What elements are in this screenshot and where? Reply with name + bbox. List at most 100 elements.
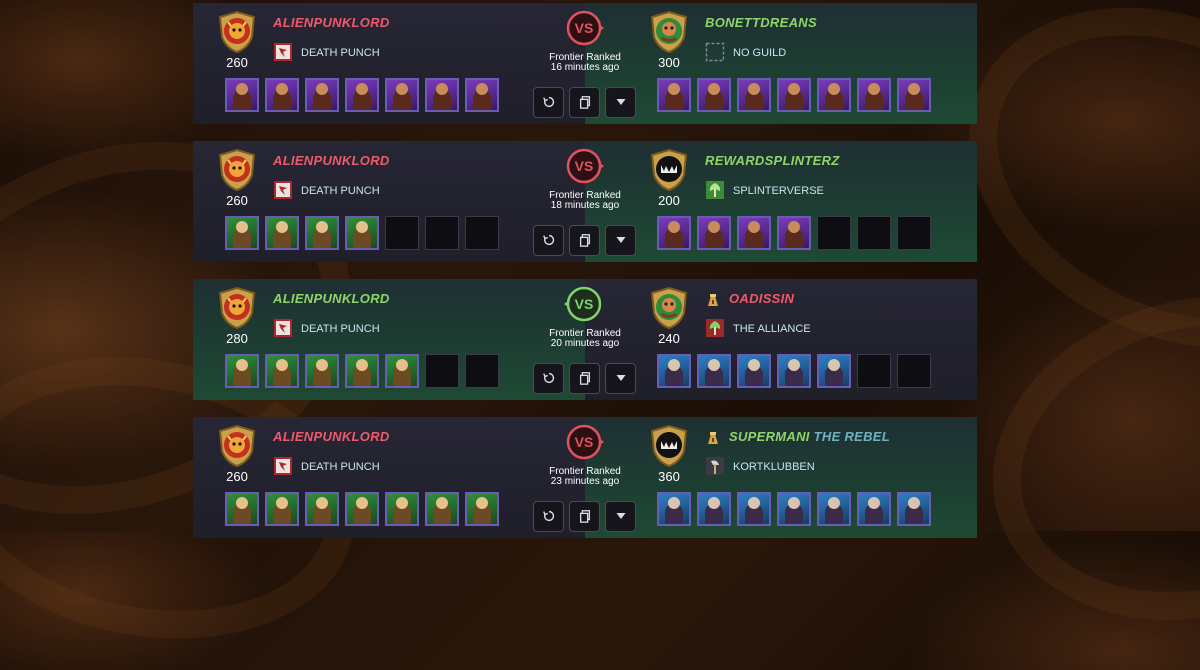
card-art-head xyxy=(788,359,800,371)
title-badge-icon xyxy=(705,292,721,308)
monster-card[interactable] xyxy=(897,78,931,112)
monster-card[interactable] xyxy=(857,492,891,526)
monster-card[interactable] xyxy=(465,492,499,526)
player-rating: 300 xyxy=(658,55,680,70)
player-name[interactable]: ALIENPUNKLORD xyxy=(273,15,390,30)
expand-button[interactable] xyxy=(605,363,636,394)
svg-text:VS: VS xyxy=(575,296,594,312)
player-rating: 360 xyxy=(658,469,680,484)
copy-team-button[interactable] xyxy=(569,87,600,118)
monster-card[interactable] xyxy=(265,216,299,250)
player-name[interactable]: SUPERMANI THE REBEL xyxy=(729,429,890,444)
monster-card[interactable] xyxy=(857,78,891,112)
monster-card[interactable] xyxy=(777,354,811,388)
monster-card[interactable] xyxy=(345,216,379,250)
monster-card[interactable] xyxy=(657,216,691,250)
guild-banner-icon xyxy=(273,318,293,338)
player-avatar-icon[interactable] xyxy=(649,424,689,468)
monster-card[interactable] xyxy=(345,354,379,388)
monster-card[interactable] xyxy=(657,492,691,526)
monster-card[interactable] xyxy=(385,354,419,388)
monster-card[interactable] xyxy=(697,354,731,388)
monster-card[interactable] xyxy=(777,78,811,112)
player-name[interactable]: ALIENPUNKLORD xyxy=(273,153,390,168)
team-cards xyxy=(225,354,505,388)
expand-button[interactable] xyxy=(605,225,636,256)
expand-button[interactable] xyxy=(605,501,636,532)
monster-card[interactable] xyxy=(697,492,731,526)
guild-name: DEATH PUNCH xyxy=(301,47,380,59)
monster-card[interactable] xyxy=(777,492,811,526)
battle-info: Frontier Ranked 18 minutes ago xyxy=(533,191,637,211)
player-avatar-icon[interactable] xyxy=(649,286,689,330)
monster-card[interactable] xyxy=(737,78,771,112)
replay-button[interactable] xyxy=(533,501,564,532)
copy-team-button[interactable] xyxy=(569,363,600,394)
empty-card-slot xyxy=(897,354,931,388)
card-art-head xyxy=(236,83,248,95)
monster-card[interactable] xyxy=(817,354,851,388)
monster-card[interactable] xyxy=(425,78,459,112)
replay-button[interactable] xyxy=(533,363,564,394)
monster-card[interactable] xyxy=(225,492,259,526)
card-art-head xyxy=(668,83,680,95)
monster-card[interactable] xyxy=(737,492,771,526)
monster-card[interactable] xyxy=(385,78,419,112)
monster-card[interactable] xyxy=(817,78,851,112)
monster-card[interactable] xyxy=(737,216,771,250)
player-name[interactable]: BONETTDREANS xyxy=(705,15,817,30)
player-name[interactable]: ALIENPUNKLORD xyxy=(273,429,390,444)
monster-card[interactable] xyxy=(225,354,259,388)
monster-card[interactable] xyxy=(265,354,299,388)
player-title-text: THE REBEL xyxy=(813,429,891,444)
monster-card[interactable] xyxy=(305,354,339,388)
monster-card[interactable] xyxy=(737,354,771,388)
monster-card[interactable] xyxy=(697,78,731,112)
monster-card[interactable] xyxy=(265,78,299,112)
player-name-text: REWARDSPLINTERZ xyxy=(705,153,840,168)
monster-card[interactable] xyxy=(817,492,851,526)
replay-button[interactable] xyxy=(533,225,564,256)
battle-info: Frontier Ranked 23 minutes ago xyxy=(533,467,637,487)
monster-card[interactable] xyxy=(305,78,339,112)
monster-card[interactable] xyxy=(345,78,379,112)
monster-card[interactable] xyxy=(265,492,299,526)
expand-button[interactable] xyxy=(605,87,636,118)
player-avatar-icon[interactable] xyxy=(649,10,689,54)
monster-card[interactable] xyxy=(305,492,339,526)
opponent-panel: 240 OADISSIN THE ALLIANCE xyxy=(647,279,977,400)
empty-card-slot xyxy=(817,216,851,250)
monster-card[interactable] xyxy=(777,216,811,250)
monster-card[interactable] xyxy=(465,78,499,112)
replay-button[interactable] xyxy=(533,87,564,118)
copy-icon xyxy=(579,372,590,385)
player-avatar-icon[interactable] xyxy=(217,148,257,192)
monster-card[interactable] xyxy=(657,354,691,388)
card-art-head xyxy=(708,497,720,509)
monster-card[interactable] xyxy=(697,216,731,250)
monster-card[interactable] xyxy=(345,492,379,526)
replay-icon xyxy=(542,234,554,246)
guild-name: KORTKLUBBEN xyxy=(733,461,815,473)
player-name[interactable]: OADISSIN xyxy=(729,291,794,306)
monster-card[interactable] xyxy=(897,492,931,526)
replay-icon xyxy=(542,372,554,384)
monster-card[interactable] xyxy=(305,216,339,250)
player-avatar-icon[interactable] xyxy=(649,148,689,192)
monster-card[interactable] xyxy=(425,492,459,526)
player-avatar-icon[interactable] xyxy=(217,286,257,330)
battle-actions xyxy=(533,87,643,119)
player-avatar-icon[interactable] xyxy=(217,424,257,468)
player-avatar-icon[interactable] xyxy=(217,10,257,54)
player-name[interactable]: ALIENPUNKLORD xyxy=(273,291,390,306)
monster-card[interactable] xyxy=(225,78,259,112)
copy-team-button[interactable] xyxy=(569,501,600,532)
title-badge-icon xyxy=(705,430,721,446)
monster-card[interactable] xyxy=(385,492,419,526)
monster-card[interactable] xyxy=(657,78,691,112)
copy-team-button[interactable] xyxy=(569,225,600,256)
player-name[interactable]: REWARDSPLINTERZ xyxy=(705,153,840,168)
guild-banner-icon xyxy=(705,318,725,338)
monster-card[interactable] xyxy=(225,216,259,250)
card-art-head xyxy=(708,221,720,233)
